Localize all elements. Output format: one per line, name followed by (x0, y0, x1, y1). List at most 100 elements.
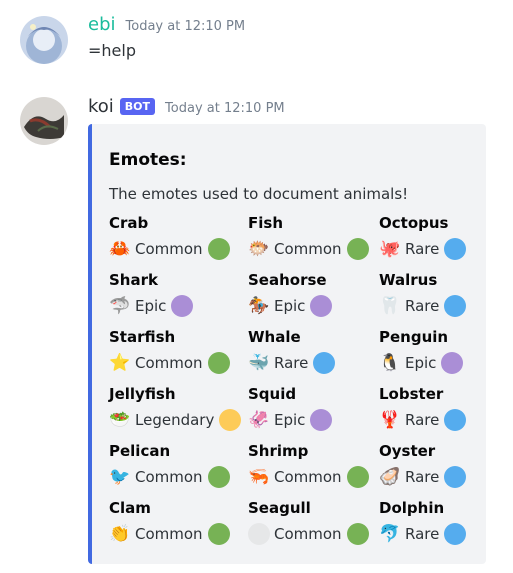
avatar-koi-image (20, 97, 68, 145)
embed-field: Seagull Common (248, 498, 388, 546)
rarity-dot-icon (444, 523, 467, 545)
embed-field-value: ⭐ Common (109, 351, 249, 375)
rarity-label: Common (135, 240, 203, 258)
animal-emoji-icon: 🐦 (109, 467, 131, 487)
embed-field: Clam 👏 Common (109, 498, 249, 546)
animal-emoji-icon: 🦑 (248, 410, 270, 430)
avatar-ebi-image (20, 16, 68, 64)
username-koi[interactable]: koi (88, 96, 114, 117)
embed-field-value: 🦀 Common (109, 237, 249, 261)
embed-field-name: Penguin (379, 328, 449, 346)
rarity-dot-icon (441, 352, 464, 374)
embed-field-value: 🦷 Rare (379, 294, 513, 318)
rarity-dot-icon (310, 409, 333, 431)
timestamp-koi: Today at 12:10 PM (165, 101, 285, 116)
rarity-dot-icon (219, 409, 242, 431)
rarity-label: Common (135, 354, 203, 372)
bot-tag: BOT (119, 98, 156, 115)
rarity-label: Epic (274, 411, 306, 429)
embed-field-value: 🦐 Common (248, 465, 388, 489)
animal-emoji-icon: ⭐ (109, 353, 131, 373)
rarity-dot-icon (444, 466, 467, 488)
animal-emoji-icon: 🦪 (379, 467, 401, 487)
embed-field-name: Shark (109, 271, 158, 289)
embed-field: Walrus 🦷 Rare (379, 270, 513, 318)
embed-field-name: Fish (248, 214, 283, 232)
rarity-label: Rare (405, 240, 440, 258)
rarity-label: Common (274, 525, 342, 543)
embed-field-value: 🐦 Common (109, 465, 249, 489)
animal-emoji-icon: 🦷 (379, 296, 401, 316)
rarity-dot-icon (346, 523, 369, 545)
embed-field-value: 🐙 Rare (379, 237, 513, 261)
embed-field-value: 🐡 Common (248, 237, 388, 261)
embed-description: The emotes used to document animals! (109, 185, 409, 203)
embed-field: Seahorse 🏇 Epic (248, 270, 388, 318)
embed-field-value: 🦈 Epic (109, 294, 249, 318)
rarity-label: Legendary (135, 411, 215, 429)
embed-field-value: 🥗 Legendary (109, 408, 249, 432)
embed-field-value: 👏 Common (109, 522, 249, 546)
username-ebi[interactable]: ebi (88, 14, 116, 35)
animal-emoji-icon (248, 523, 270, 545)
rarity-label: Epic (274, 297, 306, 315)
embed-field-name: Starfish (109, 328, 176, 346)
embed-field: Shrimp 🦐 Common (248, 441, 388, 489)
rarity-dot-icon (207, 466, 230, 488)
animal-emoji-icon: 🐧 (379, 353, 401, 373)
embed-field: Whale 🐳 Rare (248, 327, 388, 375)
animal-emoji-icon: 🐙 (379, 239, 401, 259)
embed-field-value: 🦑 Epic (248, 408, 388, 432)
timestamp-ebi: Today at 12:10 PM (125, 19, 246, 34)
embed-field: Lobster 🦞 Rare (379, 384, 513, 432)
embed-field: Squid 🦑 Epic (248, 384, 388, 432)
embed-field-name: Pelican (109, 442, 171, 460)
embed-field-value: 🦪 Rare (379, 465, 513, 489)
animal-emoji-icon: 🐡 (248, 239, 270, 259)
rarity-dot-icon (313, 352, 336, 374)
rarity-dot-icon (444, 238, 467, 260)
rarity-dot-icon (171, 295, 194, 317)
avatar-koi[interactable] (20, 97, 68, 145)
avatar-ebi[interactable] (20, 16, 68, 64)
rarity-dot-icon (207, 523, 230, 545)
animal-emoji-icon: 🐬 (379, 524, 401, 544)
rarity-dot-icon (444, 409, 467, 431)
rarity-dot-icon (310, 295, 333, 317)
embed-field: Octopus 🐙 Rare (379, 213, 513, 261)
animal-emoji-icon: 🦞 (379, 410, 401, 430)
embed-field-name: Crab (109, 214, 149, 232)
message-header-koi: koi BOT Today at 12:10 PM (88, 96, 285, 117)
embed-field-value: 🦞 Rare (379, 408, 513, 432)
embed-field: Dolphin 🐬 Rare (379, 498, 513, 546)
embed-card: Emotes: The emotes used to document anim… (88, 124, 486, 564)
rarity-label: Common (274, 468, 342, 486)
embed-field: Oyster 🦪 Rare (379, 441, 513, 489)
embed-field-name: Seagull (248, 499, 311, 517)
embed-field-name: Seahorse (248, 271, 327, 289)
embed-field: Penguin 🐧 Epic (379, 327, 513, 375)
rarity-label: Common (135, 525, 203, 543)
embed-field-name: Shrimp (248, 442, 309, 460)
rarity-dot-icon (444, 295, 467, 317)
embed-field-name: Whale (248, 328, 301, 346)
animal-emoji-icon: 🏇 (248, 296, 270, 316)
embed-field: Fish 🐡 Common (248, 213, 388, 261)
animal-emoji-icon: 🦀 (109, 239, 131, 259)
embed-field-name: Walrus (379, 271, 438, 289)
embed-field-name: Lobster (379, 385, 444, 403)
animal-emoji-icon: 🦈 (109, 296, 131, 316)
embed-field: Shark 🦈 Epic (109, 270, 249, 318)
embed-field: Pelican 🐦 Common (109, 441, 249, 489)
rarity-label: Epic (135, 297, 167, 315)
rarity-label: Rare (405, 297, 440, 315)
embed-field-name: Jellyfish (109, 385, 176, 403)
rarity-label: Common (274, 240, 342, 258)
embed-field: Starfish ⭐ Common (109, 327, 249, 375)
rarity-label: Rare (405, 411, 440, 429)
embed-field-name: Octopus (379, 214, 449, 232)
rarity-label: Common (135, 468, 203, 486)
rarity-label: Rare (405, 468, 440, 486)
animal-emoji-icon: 🥗 (109, 410, 131, 430)
embed-field-name: Clam (109, 499, 151, 517)
